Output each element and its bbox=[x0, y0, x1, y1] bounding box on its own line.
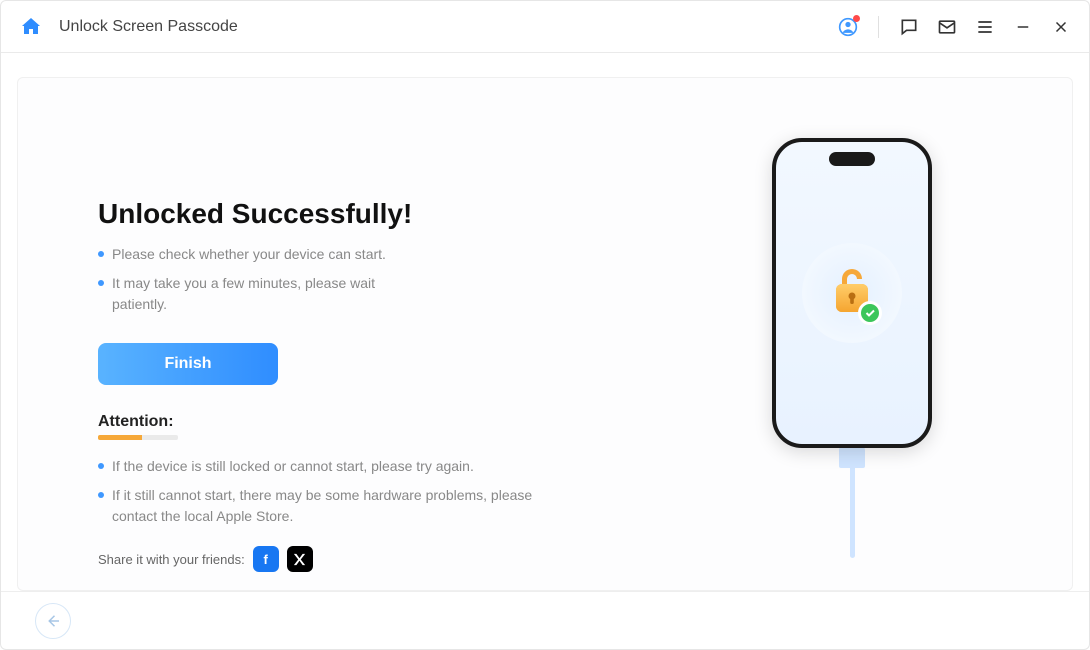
result-card: Unlocked Successfully! Please check whet… bbox=[17, 77, 1073, 591]
attention-list: If the device is still locked or cannot … bbox=[98, 456, 642, 527]
close-icon[interactable] bbox=[1051, 17, 1071, 37]
share-row: Share it with your friends: f bbox=[98, 546, 313, 572]
notes-list: Please check whether your device can sta… bbox=[98, 244, 642, 315]
notification-dot-icon bbox=[853, 15, 860, 22]
cable-icon bbox=[847, 448, 857, 558]
facebook-icon[interactable]: f bbox=[253, 546, 279, 572]
mail-icon[interactable] bbox=[937, 17, 957, 37]
attention-heading: Attention: bbox=[98, 413, 642, 431]
back-button[interactable] bbox=[35, 603, 71, 639]
share-label: Share it with your friends: bbox=[98, 552, 245, 567]
phone-icon bbox=[772, 138, 932, 448]
divider bbox=[878, 16, 879, 38]
x-twitter-icon[interactable] bbox=[287, 546, 313, 572]
lock-icon bbox=[830, 266, 874, 321]
titlebar-actions bbox=[838, 16, 1071, 38]
finish-button[interactable]: Finish bbox=[98, 343, 278, 385]
checkmark-icon bbox=[858, 301, 882, 325]
left-panel: Unlocked Successfully! Please check whet… bbox=[98, 138, 682, 570]
title-bar: Unlock Screen Passcode bbox=[1, 1, 1089, 53]
menu-icon[interactable] bbox=[975, 17, 995, 37]
page-title: Unlock Screen Passcode bbox=[59, 18, 238, 36]
success-heading: Unlocked Successfully! bbox=[98, 198, 642, 230]
attention-item: If it still cannot start, there may be s… bbox=[98, 485, 578, 527]
note-item: Please check whether your device can sta… bbox=[98, 244, 398, 265]
chat-icon[interactable] bbox=[899, 17, 919, 37]
device-illustration bbox=[682, 138, 1022, 570]
content-area: Unlocked Successfully! Please check whet… bbox=[1, 53, 1089, 591]
app-window: Unlock Screen Passcode bbox=[0, 0, 1090, 650]
attention-item: If the device is still locked or cannot … bbox=[98, 456, 578, 477]
account-icon[interactable] bbox=[838, 17, 858, 37]
attention-underline bbox=[98, 435, 178, 440]
footer-bar bbox=[1, 591, 1089, 649]
minimize-icon[interactable] bbox=[1013, 17, 1033, 37]
note-item: It may take you a few minutes, please wa… bbox=[98, 273, 398, 315]
home-icon[interactable] bbox=[19, 15, 43, 39]
